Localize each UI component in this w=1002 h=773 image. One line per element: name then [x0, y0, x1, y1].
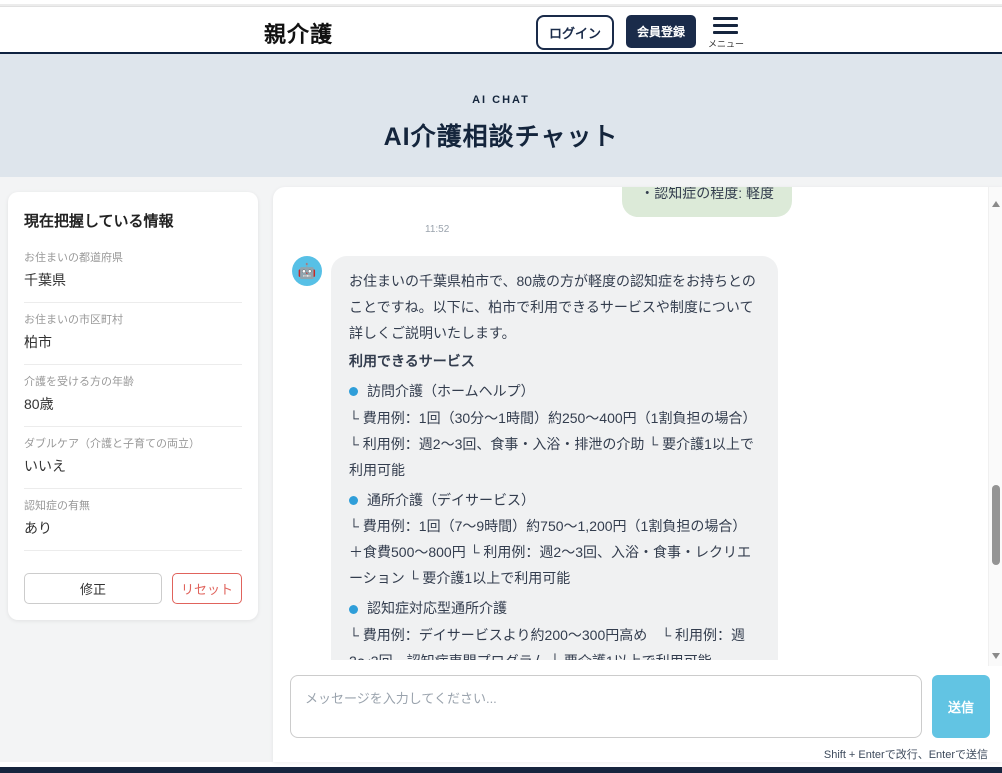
- sidebar-buttons: 修正 リセット: [24, 573, 242, 604]
- service-details: └ 費用例：デイサービスより約200〜300円高め └ 利用例：週2〜3回、認知…: [349, 623, 760, 660]
- bot-intro-text: お住まいの千葉県柏市で、80歳の方が軽度の認知症をお持ちとのことですね。以下に、…: [349, 269, 760, 347]
- known-info-title: 現在把握している情報: [24, 210, 242, 231]
- input-hint-text: Shift + Enterで改行、Enterで送信: [273, 746, 988, 762]
- site-header: 親介護 ログイン 会員登録 メニュー: [0, 7, 1002, 54]
- edit-button[interactable]: 修正: [24, 573, 162, 604]
- info-item-city: お住まいの市区町村 柏市: [24, 303, 242, 365]
- scrollbar-thumb[interactable]: [992, 485, 1000, 565]
- robot-avatar-icon: 🤖: [292, 256, 322, 286]
- login-button[interactable]: ログイン: [536, 15, 614, 50]
- service-details: └ 費用例：1回（30分〜1時間）約250〜400円（1割負担の場合） └ 利用…: [349, 406, 760, 484]
- message-input[interactable]: [290, 675, 922, 738]
- info-label: 認知症の有無: [24, 497, 242, 513]
- register-button[interactable]: 会員登録: [626, 15, 696, 48]
- site-logo[interactable]: 親介護: [264, 17, 333, 49]
- service-name-text: 通所介護（デイサービス）: [367, 488, 535, 514]
- main-content: 現在把握している情報 お住まいの都道府県 千葉県 お住まいの市区町村 柏市 介護…: [0, 177, 1002, 762]
- info-value: いいえ: [24, 456, 242, 476]
- hamburger-icon: [713, 17, 738, 34]
- chat-messages-viewport[interactable]: ・認知症の程度: 軽度 11:52 🤖 お住まいの千葉県柏市で、80歳の方が軽度…: [273, 187, 1002, 666]
- footer-strip: [0, 767, 1002, 773]
- info-value: 千葉県: [24, 270, 242, 290]
- known-info-panel: 現在把握している情報 お住まいの都道府県 千葉県 お住まいの市区町村 柏市 介護…: [8, 192, 258, 620]
- menu-label: メニュー: [708, 37, 744, 50]
- info-item-prefecture: お住まいの都道府県 千葉県: [24, 241, 242, 303]
- info-label: 介護を受ける方の年齢: [24, 373, 242, 389]
- service-bullet-icon: [349, 387, 358, 396]
- info-item-dementia: 認知症の有無 あり: [24, 489, 242, 551]
- menu-button[interactable]: メニュー: [708, 17, 744, 50]
- hero-eyebrow: AI CHAT: [0, 94, 1002, 106]
- service-name: 通所介護（デイサービス）: [349, 488, 760, 514]
- service-name: 訪問介護（ホームヘルプ）: [349, 379, 760, 405]
- service-bullet-icon: [349, 605, 358, 614]
- service-name-text: 認知症対応型通所介護: [367, 596, 507, 622]
- message-timestamp: 11:52: [425, 224, 449, 235]
- scroll-up-icon[interactable]: [992, 201, 1000, 207]
- header-actions: ログイン 会員登録 メニュー: [536, 15, 744, 50]
- info-value: 80歳: [24, 394, 242, 414]
- bot-message-bubble: お住まいの千葉県柏市で、80歳の方が軽度の認知症をお持ちとのことですね。以下に、…: [331, 256, 778, 660]
- hero-banner: AI CHAT AI介護相談チャット: [0, 54, 1002, 177]
- chat-scrollbar[interactable]: [988, 187, 1002, 666]
- scroll-down-icon[interactable]: [992, 653, 1000, 659]
- chat-input-row: 送信: [273, 666, 1002, 738]
- bot-section-heading: 利用できるサービス: [349, 349, 760, 375]
- user-message-bubble: ・認知症の程度: 軽度: [622, 187, 792, 217]
- chat-panel: ・認知症の程度: 軽度 11:52 🤖 お住まいの千葉県柏市で、80歳の方が軽度…: [273, 187, 1002, 762]
- service-details: └ 費用例：1回（7〜9時間）約750〜1,200円（1割負担の場合）＋食費50…: [349, 514, 760, 592]
- info-value: あり: [24, 518, 242, 538]
- page-title: AI介護相談チャット: [0, 117, 1002, 153]
- info-label: ダブルケア（介護と子育ての両立）: [24, 435, 242, 451]
- user-message: ・認知症の程度: 軽度 11:52: [292, 187, 792, 235]
- info-item-age: 介護を受ける方の年齢 80歳: [24, 365, 242, 427]
- service-name: 認知症対応型通所介護: [349, 596, 760, 622]
- service-bullet-icon: [349, 496, 358, 505]
- reset-button[interactable]: リセット: [172, 573, 242, 604]
- chat-messages: ・認知症の程度: 軽度 11:52 🤖 お住まいの千葉県柏市で、80歳の方が軽度…: [292, 187, 792, 660]
- info-label: お住まいの都道府県: [24, 249, 242, 265]
- bot-message: 🤖 お住まいの千葉県柏市で、80歳の方が軽度の認知症をお持ちとのことですね。以下…: [292, 256, 792, 660]
- info-item-double-care: ダブルケア（介護と子育ての両立） いいえ: [24, 427, 242, 489]
- info-value: 柏市: [24, 332, 242, 352]
- send-button[interactable]: 送信: [932, 675, 990, 738]
- chat-messages-clip: ・認知症の程度: 軽度 11:52 🤖 お住まいの千葉県柏市で、80歳の方が軽度…: [273, 187, 1002, 660]
- info-label: お住まいの市区町村: [24, 311, 242, 327]
- service-name-text: 訪問介護（ホームヘルプ）: [367, 379, 535, 405]
